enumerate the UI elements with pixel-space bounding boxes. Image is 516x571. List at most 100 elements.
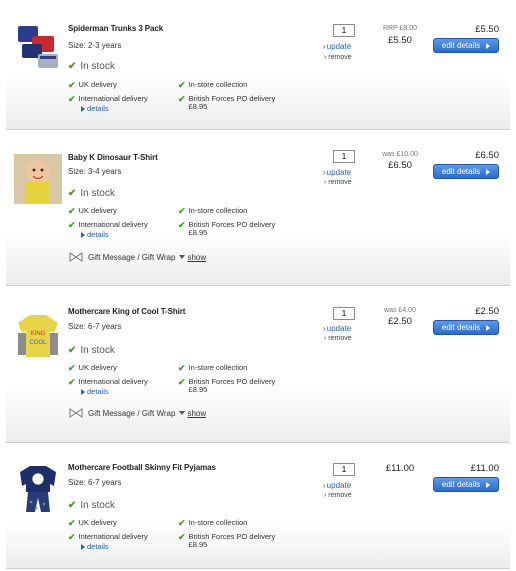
check-icon: ✔	[68, 94, 76, 104]
stock-status: ✔ In stock	[68, 499, 115, 511]
update-link[interactable]: › update	[323, 168, 351, 177]
product-size: Size: 2-3 years	[68, 41, 122, 50]
gift-message-row: Gift Message / Gift Wrap show	[68, 408, 206, 418]
international-delivery: ✔ International delivery	[68, 94, 148, 104]
unit-price: £11.00	[385, 463, 415, 474]
edit-details-button[interactable]: edit details	[433, 164, 499, 179]
check-icon: ✔	[68, 344, 77, 356]
product-title[interactable]: Baby K Dinosaur T-Shirt	[68, 153, 158, 162]
quantity-input[interactable]	[333, 463, 355, 476]
line-total: £11.00	[470, 463, 499, 474]
unit-price: £5.50	[388, 35, 412, 46]
forces-delivery: ✔ British Forces PO delivery £8.95	[178, 532, 276, 549]
stock-status: ✔ In stock	[68, 344, 115, 356]
update-link[interactable]: › update	[323, 42, 351, 51]
remove-link[interactable]: › remove	[324, 179, 352, 186]
international-details-link[interactable]: details	[81, 387, 109, 396]
basket-item: Spiderman Trunks 3 Pack Size: 2-3 years …	[6, 0, 510, 130]
check-icon: ✔	[68, 60, 77, 72]
product-size: Size: 3-4 years	[68, 167, 122, 176]
gift-bow-icon	[69, 408, 83, 418]
product-title[interactable]: Spiderman Trunks 3 Pack	[68, 24, 163, 33]
instore-collection: ✔ In-store collection	[178, 518, 248, 528]
line-total: £2.50	[475, 306, 499, 317]
update-link[interactable]: › update	[323, 324, 351, 333]
remove-link[interactable]: › remove	[324, 54, 352, 61]
check-icon: ✔	[68, 363, 76, 373]
quantity-input[interactable]	[333, 307, 355, 320]
stock-status: ✔ In stock	[68, 60, 115, 72]
product-image-king-of-cool-tshirt[interactable]: KING COOL	[14, 311, 62, 361]
international-details-link[interactable]: details	[81, 230, 109, 239]
check-icon: ✔	[68, 377, 76, 387]
check-icon: ✔	[178, 363, 186, 373]
check-icon: ✔	[178, 532, 186, 542]
update-link[interactable]: › update	[323, 481, 351, 490]
international-details-link[interactable]: details	[81, 104, 109, 113]
edit-details-button[interactable]: edit details	[433, 477, 499, 492]
arrow-right-icon	[486, 42, 491, 49]
quantity-input[interactable]	[333, 24, 355, 37]
old-price: was £4.00	[384, 307, 416, 314]
line-total: £6.50	[475, 150, 499, 161]
check-icon: ✔	[178, 518, 186, 528]
product-image-football-pyjamas[interactable]	[14, 464, 62, 514]
gift-show-toggle[interactable]: show	[179, 409, 206, 418]
check-icon: ✔	[68, 499, 77, 511]
product-title[interactable]: Mothercare King of Cool T-Shirt	[68, 307, 185, 316]
gift-bow-icon	[69, 252, 83, 262]
check-icon: ✔	[178, 80, 186, 90]
instore-collection: ✔ In-store collection	[178, 363, 248, 373]
product-title[interactable]: Mothercare Football Skinny Fit Pyjamas	[68, 463, 216, 472]
check-icon: ✔	[178, 220, 186, 230]
forces-delivery: ✔ British Forces PO delivery £8.95	[178, 377, 276, 394]
remove-link[interactable]: › remove	[324, 492, 352, 499]
check-icon: ✔	[178, 206, 186, 216]
arrow-right-icon	[486, 168, 491, 175]
check-icon: ✔	[68, 518, 76, 528]
old-price: RRP £8.00	[382, 25, 418, 32]
triangle-right-icon	[81, 543, 85, 550]
svg-text:KING: KING	[31, 331, 46, 337]
instore-collection: ✔ In-store collection	[178, 80, 248, 90]
triangle-right-icon	[81, 388, 85, 395]
forces-delivery: ✔ British Forces PO delivery £8.95	[178, 220, 276, 237]
basket-item: Mothercare Football Skinny Fit Pyjamas S…	[6, 459, 510, 569]
stock-status: ✔ In stock	[68, 187, 115, 199]
international-delivery: ✔ International delivery	[68, 532, 148, 542]
uk-delivery: ✔ UK delivery	[68, 80, 117, 90]
line-total: £5.50	[475, 24, 499, 35]
product-size: Size: 6-7 years	[68, 478, 122, 487]
quantity-input[interactable]	[333, 150, 355, 163]
uk-delivery: ✔ UK delivery	[68, 206, 117, 216]
triangle-right-icon	[81, 105, 85, 112]
instore-collection: ✔ In-store collection	[178, 206, 248, 216]
check-icon: ✔	[68, 206, 76, 216]
international-delivery: ✔ International delivery	[68, 220, 148, 230]
product-image-trunks[interactable]	[14, 22, 62, 72]
check-icon: ✔	[68, 220, 76, 230]
forces-delivery: ✔ British Forces PO delivery £8.95	[178, 94, 276, 111]
international-details-link[interactable]: details	[81, 542, 109, 551]
triangle-right-icon	[81, 231, 85, 238]
product-image-dino-tshirt[interactable]	[14, 154, 62, 204]
arrow-right-icon	[486, 481, 491, 488]
check-icon: ✔	[178, 94, 186, 104]
check-icon: ✔	[68, 532, 76, 542]
basket-item: KING COOL Mothercare King of Cool T-Shir…	[6, 303, 510, 443]
edit-details-button[interactable]: edit details	[433, 38, 499, 53]
caret-down-icon	[179, 411, 186, 415]
gift-message-row: Gift Message / Gift Wrap show	[68, 252, 206, 262]
check-icon: ✔	[68, 80, 76, 90]
remove-link[interactable]: › remove	[324, 335, 352, 342]
arrow-right-icon	[486, 324, 491, 331]
unit-price: £6.50	[388, 160, 412, 171]
caret-down-icon	[179, 255, 186, 259]
gift-show-toggle[interactable]: show	[179, 253, 206, 262]
unit-price: £2.50	[388, 316, 412, 327]
international-delivery: ✔ International delivery	[68, 377, 148, 387]
basket-item: Baby K Dinosaur T-Shirt Size: 3-4 years …	[6, 148, 510, 286]
product-size: Size: 6-7 years	[68, 322, 122, 331]
uk-delivery: ✔ UK delivery	[68, 363, 117, 373]
edit-details-button[interactable]: edit details	[433, 320, 499, 335]
